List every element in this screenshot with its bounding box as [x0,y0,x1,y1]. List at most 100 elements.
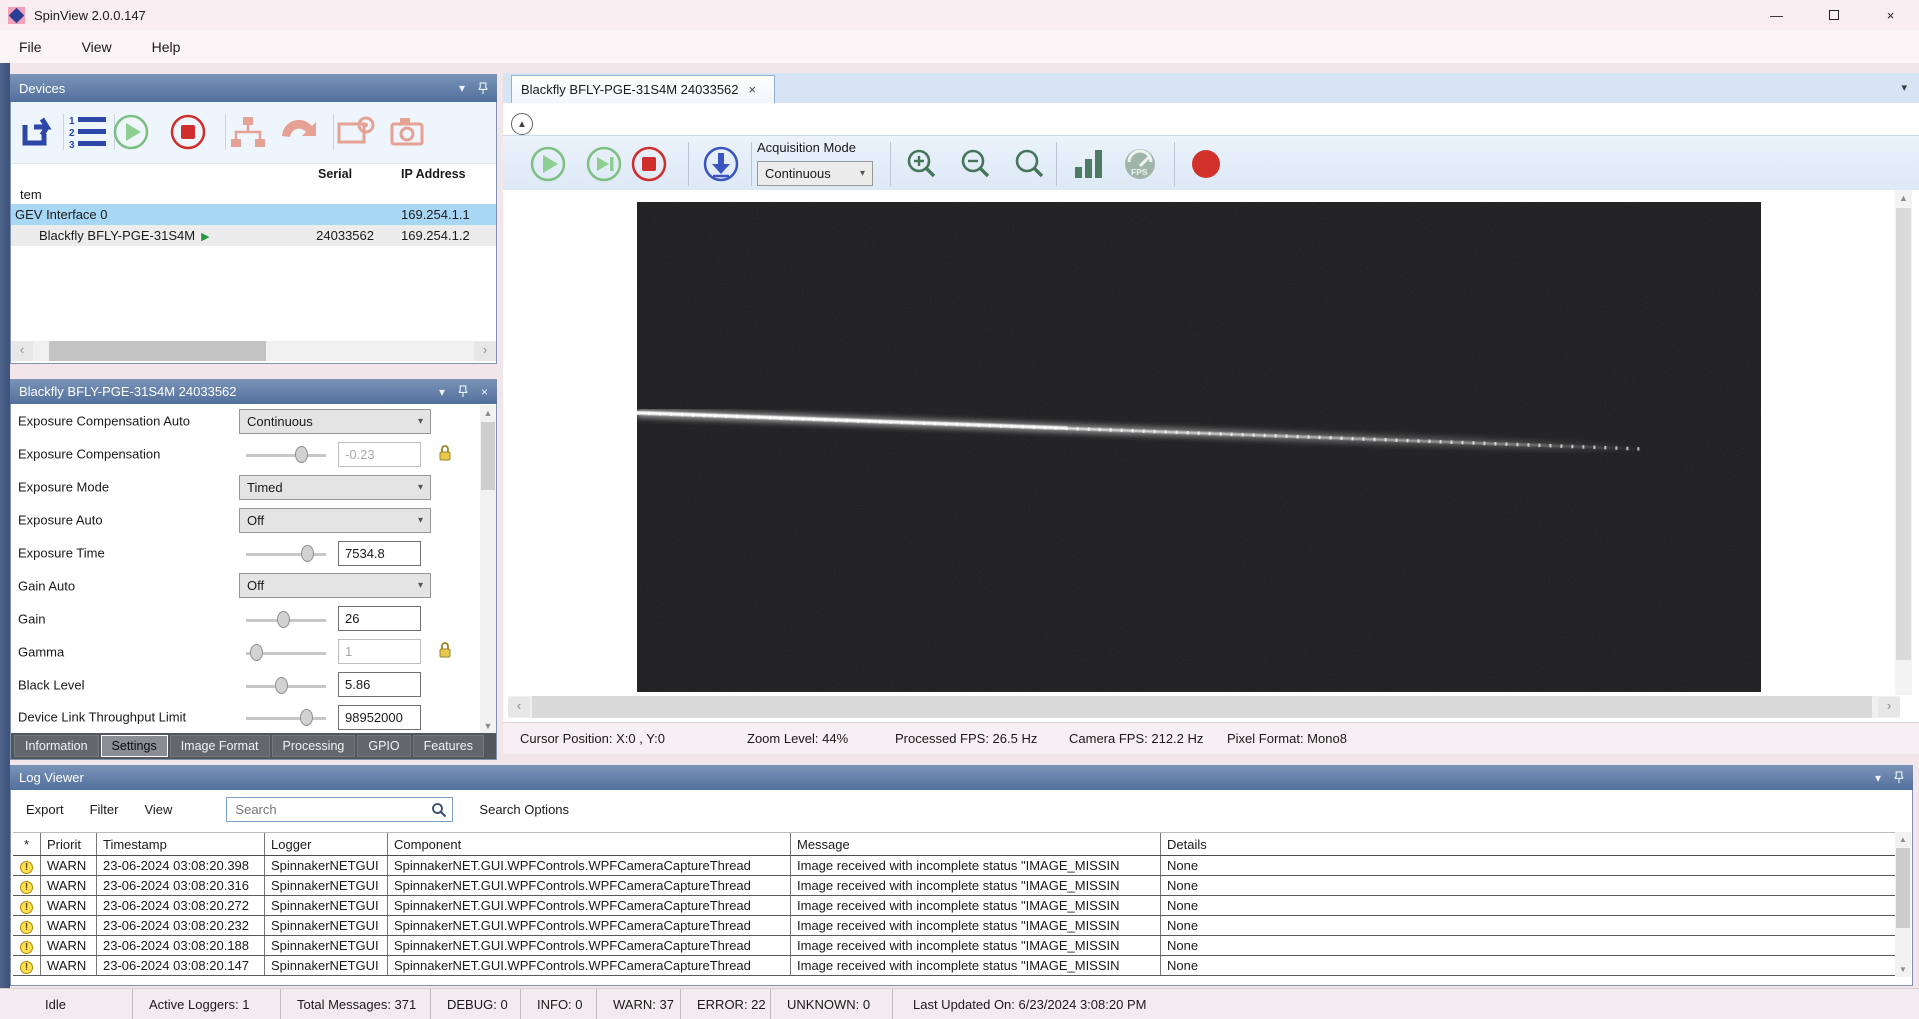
gamma-value[interactable]: 1 [338,639,421,664]
exposure-compensation-slider[interactable] [246,454,326,457]
table-row[interactable]: ! WARN 23-06-2024 03:08:20.147 Spinnaker… [13,956,1897,976]
zoom-fit-icon[interactable] [1010,144,1050,184]
image-horizontal-scrollbar[interactable]: ‹ › [508,696,1900,718]
table-row[interactable]: ! WARN 23-06-2024 03:08:20.232 Spinnaker… [13,916,1897,936]
pin-icon[interactable] [458,385,468,398]
camera-tab[interactable]: Blackfly BFLY-PGE-31S4M 24033562 × [511,75,775,103]
camera-refresh-icon[interactable] [388,112,428,152]
tab-information[interactable]: Information [14,735,99,757]
exposure-compensation-auto-dropdown[interactable]: Continuous▾ [239,409,431,434]
close-button[interactable]: × [1862,0,1919,30]
scrollbar-thumb[interactable] [481,422,495,490]
exposure-auto-dropdown[interactable]: Off▾ [239,508,431,533]
menu-item[interactable]: File [13,37,48,57]
record-icon[interactable] [1186,144,1226,184]
stop-acquisition-icon[interactable] [168,112,208,152]
tab-gpio[interactable]: GPIO [357,735,410,757]
scroll-up-icon[interactable]: ▲ [1895,832,1911,847]
image-viewport[interactable]: ▲ [503,190,1919,695]
play-stream-icon[interactable] [528,144,568,184]
table-row[interactable]: ! WARN 23-06-2024 03:08:20.316 Spinnaker… [13,876,1897,896]
tab-features[interactable]: Features [413,735,484,757]
scroll-right-icon[interactable]: › [1878,697,1900,717]
menu-item[interactable]: View [76,37,118,57]
tree-item-blackfly-camera[interactable]: Blackfly BFLY-PGE-31S4M▶ 24033562 169.25… [11,225,496,246]
pin-icon[interactable] [1894,771,1904,784]
filter-menu[interactable]: Filter [90,802,119,817]
search-options-button[interactable]: Search Options [479,802,569,817]
log-vertical-scrollbar[interactable]: ▲ ▼ [1895,832,1911,977]
scroll-left-icon[interactable]: ‹ [11,341,33,361]
black-level-value[interactable]: 5.86 [338,672,421,697]
save-images-icon[interactable] [701,144,741,184]
start-acquisition-icon[interactable] [111,112,151,152]
pin-icon[interactable] [478,82,488,95]
zoom-in-icon[interactable] [902,144,942,184]
network-topology-icon[interactable] [228,112,268,152]
chevron-down-icon[interactable]: ▾ [1875,771,1881,785]
minimize-button[interactable]: — [1748,0,1805,30]
gamma-slider[interactable] [246,652,326,655]
table-row[interactable]: ! WARN 23-06-2024 03:08:20.272 Spinnaker… [13,896,1897,916]
column-header-star[interactable]: * [13,833,41,855]
scroll-down-icon[interactable]: ▼ [1895,962,1911,977]
close-tab-icon[interactable]: × [749,82,757,97]
export-menu[interactable]: Export [26,802,64,817]
device-link-throughput-slider[interactable] [246,717,326,720]
exposure-time-slider[interactable] [246,553,326,556]
scroll-right-icon[interactable]: › [474,341,496,361]
settings-vertical-scrollbar[interactable]: ▲ ▼ [480,405,496,734]
exposure-time-value[interactable]: 7534.8 [338,541,421,566]
slider-thumb[interactable] [250,644,263,661]
column-header-timestamp[interactable]: Timestamp [97,833,265,855]
tree-item-system[interactable]: tem [11,186,496,204]
table-row[interactable]: ! WARN 23-06-2024 03:08:20.188 Spinnaker… [13,936,1897,956]
table-row[interactable]: ! WARN 23-06-2024 03:08:20.398 Spinnaker… [13,856,1897,876]
play-single-frame-icon[interactable] [584,144,624,184]
exposure-mode-dropdown[interactable]: Timed▾ [239,475,431,500]
tab-processing[interactable]: Processing [272,735,356,757]
scrollbar-thumb[interactable] [49,341,266,361]
column-header-component[interactable]: Component [388,833,791,855]
devices-horizontal-scrollbar[interactable]: ‹ › [11,341,496,361]
scrollbar-thumb[interactable] [1896,848,1910,928]
scrollbar-thumb[interactable] [532,696,1872,718]
gain-value[interactable]: 26 [338,606,421,631]
tree-item-gev-interface[interactable]: GEV Interface 0 169.254.1.1 [11,204,496,225]
fps-gauge-icon[interactable]: FPS [1120,144,1160,184]
column-header-details[interactable]: Details [1161,833,1897,855]
camera-image[interactable] [637,202,1761,692]
column-header-logger[interactable]: Logger [265,833,388,855]
menu-item[interactable]: Help [146,37,187,57]
slider-thumb[interactable] [277,611,290,628]
search-icon[interactable] [431,802,447,818]
force-ip-icon[interactable] [278,112,318,152]
slider-thumb[interactable] [295,446,308,463]
column-header-priority[interactable]: Priorit [41,833,97,855]
acquisition-mode-dropdown[interactable]: Continuous▾ [757,161,873,186]
scroll-left-icon[interactable]: ‹ [508,697,530,717]
slider-thumb[interactable] [301,545,314,562]
tab-image-format[interactable]: Image Format [170,735,270,757]
refresh-devices-icon[interactable] [18,112,58,152]
camera-settings-icon[interactable] [336,112,376,152]
black-level-slider[interactable] [246,685,326,688]
gain-auto-dropdown[interactable]: Off▾ [239,573,431,598]
chevron-down-icon[interactable]: ▾ [459,81,465,95]
log-search-box[interactable] [226,797,453,822]
tab-settings[interactable]: Settings [101,735,168,757]
view-menu[interactable]: View [144,802,172,817]
collapse-toolbar-button[interactable]: ▲ [511,113,533,135]
close-icon[interactable]: × [481,385,488,399]
chevron-down-icon[interactable]: ▾ [439,385,445,399]
gain-slider[interactable] [246,619,326,622]
histogram-icon[interactable] [1068,144,1108,184]
device-list-icon[interactable]: 1 2 3 [68,112,108,152]
scroll-up-icon[interactable]: ▲ [1895,190,1912,207]
exposure-compensation-value[interactable]: -0.23 [338,442,421,467]
slider-thumb[interactable] [275,677,288,694]
scroll-down-icon[interactable]: ▼ [480,718,496,734]
maximize-button[interactable] [1805,0,1862,30]
tab-overflow-chevron-icon[interactable]: ▾ [1901,81,1907,94]
image-vertical-scrollbar[interactable]: ▲ [1895,190,1912,695]
